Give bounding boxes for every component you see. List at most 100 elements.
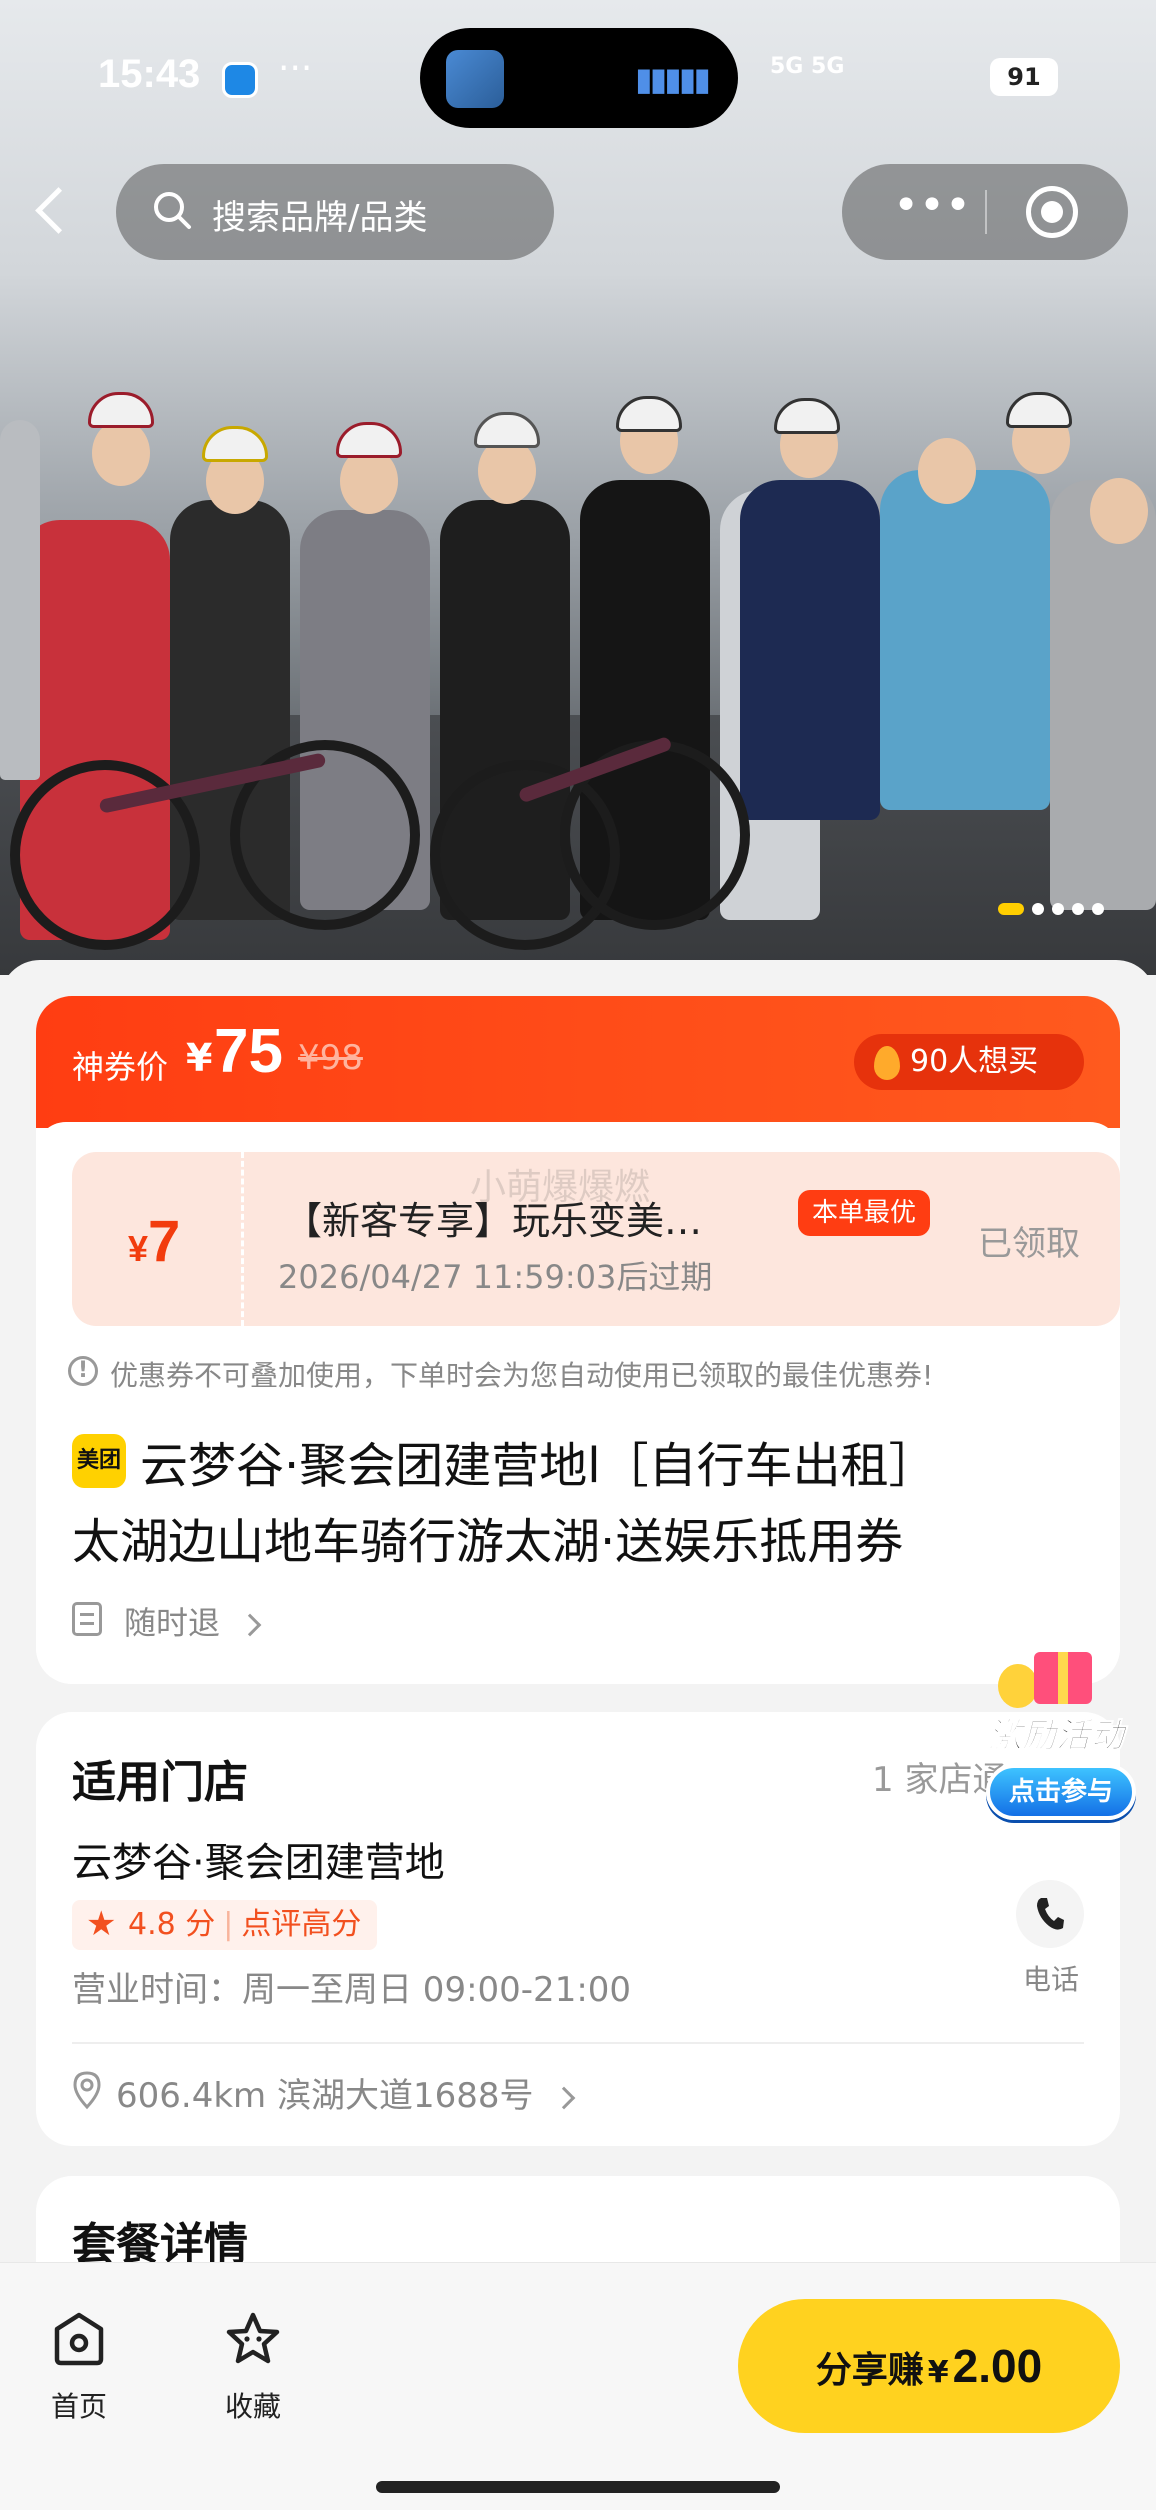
- search-icon: [154, 192, 191, 229]
- price-card: 神券价 ¥ 75 ¥98 90人想买: [36, 996, 1120, 1684]
- coupon-claimed-status: 已领取: [978, 1224, 1080, 1264]
- dynamic-island[interactable]: ▮▮▮▮▮: [420, 28, 738, 128]
- status-bar: 15:43 ··· ▮▮▮▮▮ 5G 5G 91: [0, 28, 1156, 128]
- join-activity-button[interactable]: 点击参与: [986, 1764, 1136, 1820]
- price-value: 75: [214, 1017, 283, 1086]
- search-input[interactable]: 搜索品牌/品类: [116, 164, 554, 260]
- share-currency: ¥: [927, 2355, 949, 2390]
- phone-label: 电话: [1022, 1963, 1079, 1996]
- price-label: 神券价: [72, 1048, 169, 1086]
- close-miniapp-icon[interactable]: [1026, 186, 1078, 238]
- favorite-label: 收藏: [224, 2390, 281, 2423]
- store-hours: 营业时间：周一至周日 09:00-21:00: [72, 1970, 632, 2010]
- document-icon: [72, 1602, 102, 1636]
- signal-icon: 5G 5G: [770, 54, 845, 79]
- photo-head: [92, 420, 150, 486]
- island-thumbnail: [446, 50, 504, 108]
- battery-icon: 91: [990, 58, 1058, 96]
- search-placeholder: 搜索品牌/品类: [212, 198, 428, 238]
- carousel-dot: [998, 902, 1024, 915]
- phone-button[interactable]: 电话: [1016, 1880, 1086, 1998]
- photo-helmet: [1006, 392, 1072, 428]
- more-menu-button[interactable]: •••: [882, 178, 982, 246]
- meituan-logo: 美团: [72, 1434, 126, 1488]
- gift-box-icon: [1034, 1652, 1092, 1704]
- distance-address-text: 606.4km 滨湖大道1688号: [116, 2076, 534, 2116]
- photo-helmet: [616, 396, 682, 432]
- coupon-notice: ! 优惠券不可叠加使用，下单时会为您自动使用已领取的最佳优惠券!: [68, 1354, 934, 1394]
- photo-person: [880, 470, 1050, 810]
- home-icon: [54, 2312, 104, 2366]
- share-amount: 2.00: [952, 2340, 1043, 2392]
- store-name[interactable]: 云梦谷·聚会团建营地: [72, 1830, 445, 1888]
- status-more-dots: ···: [278, 48, 313, 89]
- coupon-amount-area: ¥7: [72, 1152, 244, 1326]
- watermark: 小萌爆爆燃: [470, 1167, 651, 1208]
- photo-person: [1050, 480, 1156, 910]
- chevron-right-icon: [238, 1613, 262, 1637]
- photo-helmet: [774, 398, 840, 434]
- coupon-notice-text: 优惠券不可叠加使用，下单时会为您自动使用已领取的最佳优惠券!: [110, 1359, 934, 1392]
- home-label: 首页: [50, 2390, 107, 2423]
- bottom-action-bar: 首页 收藏 分享赚 ¥2.00: [0, 2262, 1156, 2510]
- refund-text: 随时退: [124, 1604, 221, 1642]
- coupon-amount: ¥7: [128, 1208, 180, 1275]
- rabbit-icon: [998, 1664, 1038, 1708]
- carousel-dot: [1052, 902, 1064, 915]
- store-address[interactable]: 606.4km 滨湖大道1688号: [72, 2068, 576, 2117]
- rating-tag: 点评高分: [241, 1907, 362, 1942]
- status-app-icon: [222, 62, 258, 98]
- phone-icon: [1037, 1898, 1064, 1930]
- audio-wave-icon: ▮▮▮▮▮: [634, 60, 711, 98]
- home-indicator: [376, 2481, 780, 2493]
- location-pin-icon: [73, 2071, 101, 2110]
- hero-photo[interactable]: [0, 0, 1156, 975]
- price-currency: ¥: [186, 1036, 213, 1080]
- store-section-title: 适用门店: [72, 1757, 248, 1808]
- photo-head: [918, 438, 976, 504]
- want-buy-text: 90人想买: [910, 1044, 1039, 1079]
- carousel-dot: [1032, 902, 1044, 915]
- coupon-amount-value: 7: [148, 1209, 181, 1274]
- info-icon: !: [68, 1356, 98, 1386]
- carousel-dot: [1072, 902, 1084, 915]
- fire-icon: [874, 1046, 900, 1080]
- photo-helmet: [474, 412, 540, 448]
- star-icon: ★: [86, 1904, 117, 1944]
- capsule-divider: [985, 190, 987, 234]
- best-deal-badge: 本单最优: [798, 1190, 931, 1236]
- miniapp-capsule: •••: [842, 164, 1128, 260]
- phone-icon-circle: [1016, 1880, 1084, 1948]
- original-price: ¥98: [298, 1038, 363, 1078]
- coupon-currency: ¥: [128, 1228, 149, 1269]
- deal-title-line2: 太湖边山地车骑行游太湖·送娱乐抵用券: [72, 1514, 904, 1570]
- share-label: 分享赚: [815, 2350, 924, 2391]
- store-card: 适用门店 1 家店通用 云梦谷·聚会团建营地 ★ 4.8 分 | 点评高分 营业时间…: [36, 1712, 1120, 2146]
- photo-helmet: [336, 422, 402, 458]
- carousel-indicator: [998, 898, 1112, 916]
- deal-title: 云梦谷·聚会团建营地l［自行车出租］: [140, 1438, 937, 1494]
- want-buy-badge: 90人想买: [854, 1034, 1084, 1090]
- status-time: 15:43: [98, 52, 201, 96]
- photo-person: [0, 420, 40, 780]
- photo-person: [740, 480, 880, 820]
- photo-head: [1090, 478, 1148, 544]
- activity-title: 激励活动: [988, 1716, 1125, 1757]
- store-divider: [72, 2042, 1084, 2044]
- refund-policy[interactable]: 随时退: [72, 1598, 262, 1644]
- photo-helmet: [88, 392, 154, 428]
- tab-home[interactable]: 首页: [24, 2309, 134, 2425]
- star-favorite-icon: [226, 2312, 280, 2364]
- back-button[interactable]: [30, 180, 74, 244]
- carousel-dot: [1092, 902, 1104, 915]
- rating-divider: |: [223, 1907, 234, 1942]
- photo-helmet: [202, 426, 268, 462]
- share-earn-button[interactable]: 分享赚 ¥2.00: [738, 2299, 1120, 2433]
- incentive-activity-widget[interactable]: 激励活动 点击参与: [966, 1652, 1146, 1842]
- tab-favorite[interactable]: 收藏: [198, 2309, 308, 2425]
- chevron-right-icon: [552, 2086, 576, 2109]
- coupon-expiry: 2026/04/27 11:59:03后过期: [278, 1258, 713, 1296]
- rating-score: 4.8 分: [128, 1907, 216, 1942]
- price-bar: 神券价 ¥ 75 ¥98 90人想买: [36, 996, 1120, 1128]
- rating-badge: ★ 4.8 分 | 点评高分: [72, 1900, 378, 1950]
